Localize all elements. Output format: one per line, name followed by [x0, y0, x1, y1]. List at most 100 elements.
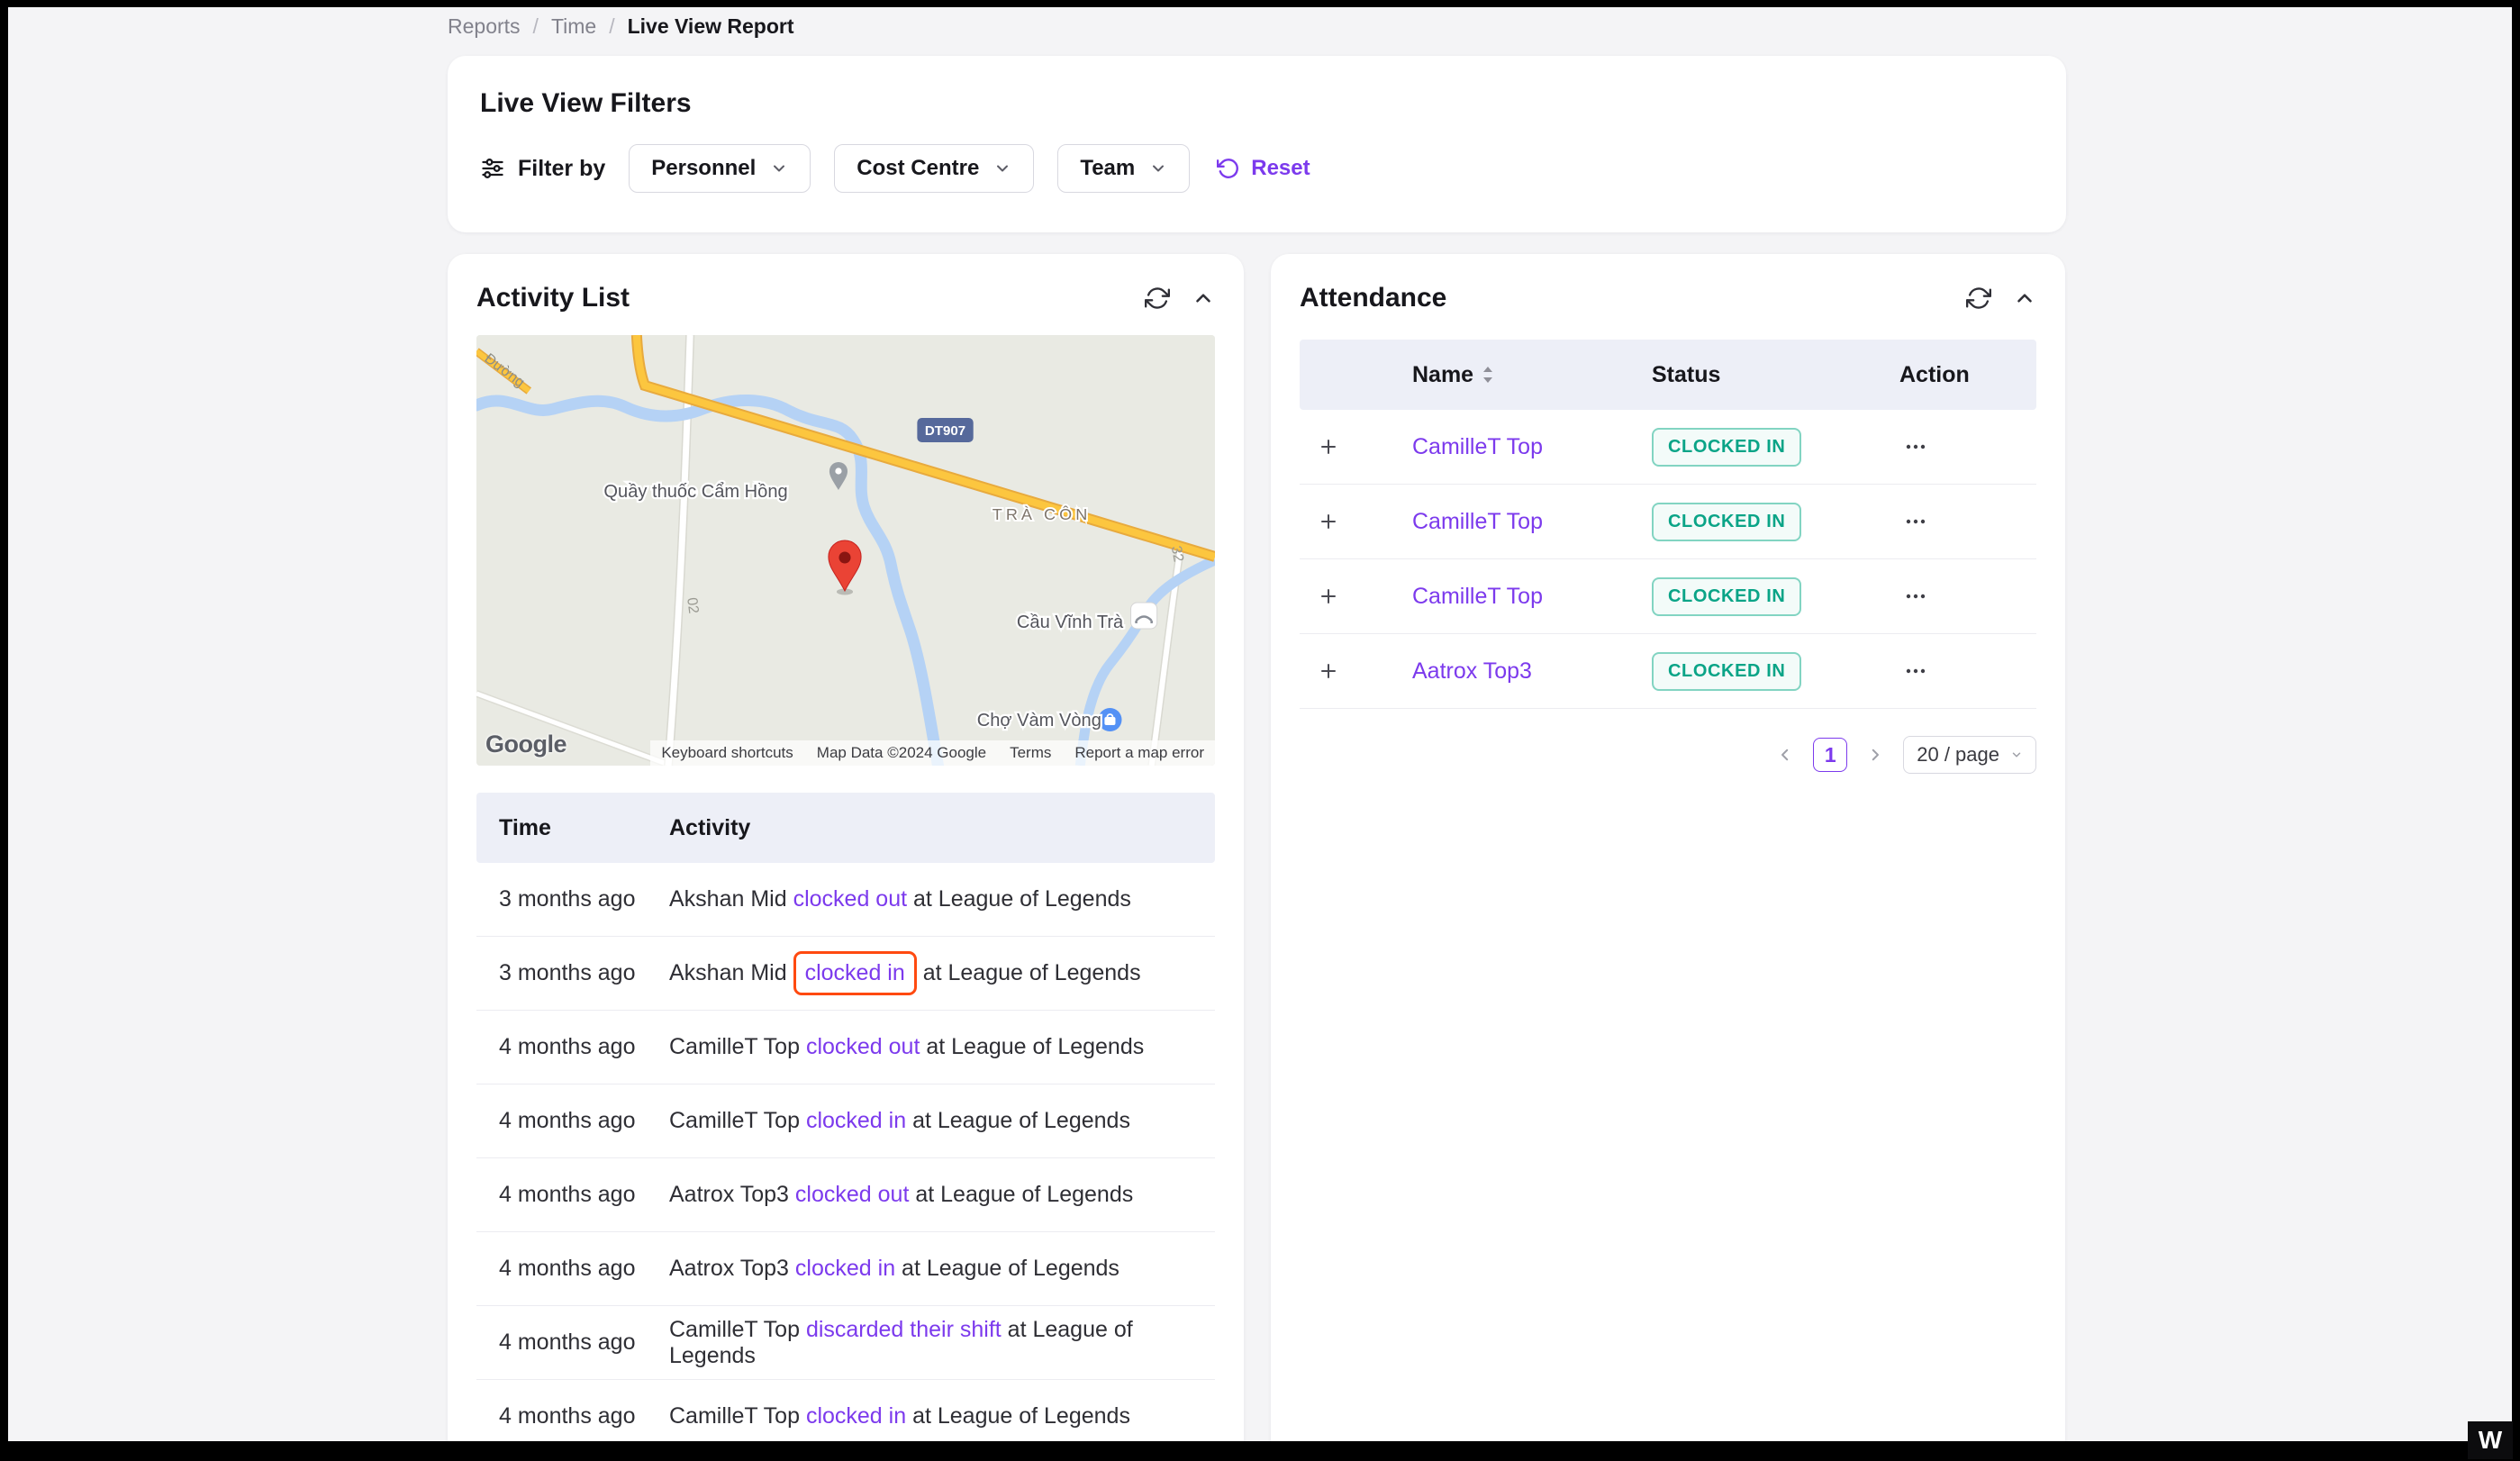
page-size-value: 20 / page	[1917, 743, 1999, 767]
activity-time: 4 months ago	[476, 1182, 669, 1208]
previous-page-button[interactable]	[1773, 743, 1797, 767]
refresh-icon	[1145, 286, 1170, 311]
live-view-filters-card: Live View Filters Filter by Personnel Co…	[448, 56, 2066, 232]
more-dots-icon	[1905, 593, 1926, 600]
activity-actor: CamilleT Top	[669, 1403, 800, 1429]
reset-filters-button[interactable]: Reset	[1217, 156, 1310, 181]
more-dots-icon	[1905, 518, 1926, 525]
name-column-sort[interactable]: Name	[1412, 362, 1652, 388]
page-number-button[interactable]: 1	[1813, 738, 1847, 772]
pagination: 1 20 / page	[1300, 736, 2036, 774]
breadcrumb-reports[interactable]: Reports	[448, 14, 521, 39]
chevron-up-icon	[2013, 286, 2036, 310]
activity-actor: CamilleT Top	[669, 1034, 800, 1059]
activity-row: 3 months ago Akshan Mid clocked out at L…	[476, 863, 1215, 937]
watermark-logo: W	[2468, 1421, 2513, 1459]
time-column-header: Time	[476, 815, 669, 841]
activity-time: 3 months ago	[476, 886, 669, 912]
activity-location: at League of Legends	[912, 1108, 1130, 1133]
chevron-left-icon	[1777, 747, 1793, 763]
activity-location: at League of Legends	[915, 1182, 1133, 1207]
activity-time: 4 months ago	[476, 1108, 669, 1134]
breadcrumb-separator: /	[609, 14, 614, 39]
row-actions-button[interactable]	[1899, 513, 1932, 531]
activity-actor: CamilleT Top	[669, 1108, 800, 1133]
bridge-icon	[1131, 603, 1157, 629]
status-badge: CLOCKED IN	[1652, 652, 1801, 691]
keyboard-shortcuts-link[interactable]: Keyboard shortcuts	[661, 744, 793, 762]
activity-table-header: Time Activity	[476, 793, 1215, 863]
activity-action-link[interactable]: clocked out	[795, 1182, 909, 1207]
page-size-select[interactable]: 20 / page	[1903, 736, 2036, 774]
map-attribution: Keyboard shortcuts Map Data ©2024 Google…	[650, 740, 1215, 766]
sort-icon	[1481, 365, 1495, 385]
attendance-name-link[interactable]: CamilleT Top	[1412, 509, 1652, 535]
google-logo: Google	[485, 730, 567, 758]
refresh-button[interactable]	[1145, 286, 1170, 311]
activity-action-link-highlighted[interactable]: clocked in	[793, 951, 917, 995]
collapse-panel-button[interactable]	[2013, 286, 2036, 310]
map-poi-label: Chợ Vàm Vòng	[977, 711, 1101, 730]
activity-action-link[interactable]: clocked in	[806, 1403, 906, 1429]
cost-centre-filter-dropdown[interactable]: Cost Centre	[834, 144, 1034, 193]
activity-action-link[interactable]: discarded their shift	[806, 1317, 1002, 1342]
row-actions-button[interactable]	[1899, 662, 1932, 680]
attendance-table-header: Name Status Action	[1300, 340, 2036, 410]
activity-list-panel: Activity List	[448, 254, 1244, 1441]
attendance-name-link[interactable]: CamilleT Top	[1412, 584, 1652, 610]
activity-location: at League of Legends	[913, 886, 1131, 912]
activity-row: 4 months ago CamilleT Top discarded thei…	[476, 1306, 1215, 1380]
activity-time: 4 months ago	[476, 1034, 669, 1060]
attendance-name-link[interactable]: Aatrox Top3	[1412, 658, 1652, 685]
activity-action-link[interactable]: clocked in	[795, 1256, 895, 1281]
refresh-button[interactable]	[1966, 286, 1991, 311]
breadcrumb-separator: /	[533, 14, 539, 39]
attendance-name-link[interactable]: CamilleT Top	[1412, 434, 1652, 460]
plus-icon	[1319, 587, 1337, 605]
activity-row: 4 months ago CamilleT Top clocked out at…	[476, 1011, 1215, 1084]
terms-link[interactable]: Terms	[1010, 744, 1051, 762]
collapse-panel-button[interactable]	[1192, 286, 1215, 310]
reset-label: Reset	[1251, 156, 1310, 181]
breadcrumb-time[interactable]: Time	[551, 14, 596, 39]
svg-text:DT907: DT907	[925, 423, 965, 439]
expand-row-button[interactable]	[1300, 513, 1357, 531]
activity-time: 4 months ago	[476, 1256, 669, 1282]
row-actions-button[interactable]	[1899, 587, 1932, 605]
activity-time: 3 months ago	[476, 960, 669, 986]
status-column-header: Status	[1652, 362, 1899, 388]
activity-action-link[interactable]: clocked in	[806, 1108, 906, 1133]
activity-location: at League of Legends	[902, 1256, 1119, 1281]
personnel-filter-dropdown[interactable]: Personnel	[629, 144, 811, 193]
activity-action-link[interactable]: clocked out	[806, 1034, 920, 1059]
plus-icon	[1319, 513, 1337, 531]
breadcrumb: Reports / Time / Live View Report	[8, 7, 2512, 40]
chevron-down-icon	[1149, 159, 1167, 177]
expand-row-button[interactable]	[1300, 438, 1357, 456]
activity-row: 4 months ago CamilleT Top clocked in at …	[476, 1380, 1215, 1441]
chevron-right-icon	[1867, 747, 1883, 763]
route-badge: DT907	[917, 418, 973, 442]
status-badge: CLOCKED IN	[1652, 428, 1801, 467]
activity-location: at League of Legends	[912, 1403, 1130, 1429]
more-dots-icon	[1905, 443, 1926, 450]
report-map-error-link[interactable]: Report a map error	[1074, 744, 1204, 762]
sliders-icon	[480, 156, 505, 181]
activity-list-title: Activity List	[476, 283, 630, 313]
activity-row: 4 months ago CamilleT Top clocked in at …	[476, 1084, 1215, 1158]
google-map[interactable]: Đường 02 32 DT907 TRÀ CÔN Quầy thuốc Cẩm…	[476, 335, 1215, 766]
market-icon	[1098, 708, 1121, 731]
plus-icon	[1319, 438, 1337, 456]
row-actions-button[interactable]	[1899, 438, 1932, 456]
next-page-button[interactable]	[1863, 743, 1887, 767]
personnel-filter-label: Personnel	[651, 156, 756, 181]
status-badge: CLOCKED IN	[1652, 503, 1801, 541]
map-canvas: Đường 02 32 DT907 TRÀ CÔN Quầy thuốc Cẩm…	[476, 335, 1215, 766]
activity-action-link[interactable]: clocked out	[793, 886, 907, 912]
activity-text: Akshan Mid clocked in at League of Legen…	[669, 957, 1215, 989]
expand-row-button[interactable]	[1300, 587, 1357, 605]
map-poi-label: Quầy thuốc Cẩm Hồng	[603, 482, 787, 502]
expand-row-button[interactable]	[1300, 662, 1357, 680]
team-filter-dropdown[interactable]: Team	[1057, 144, 1190, 193]
map-area-label: TRÀ CÔN	[993, 504, 1091, 523]
